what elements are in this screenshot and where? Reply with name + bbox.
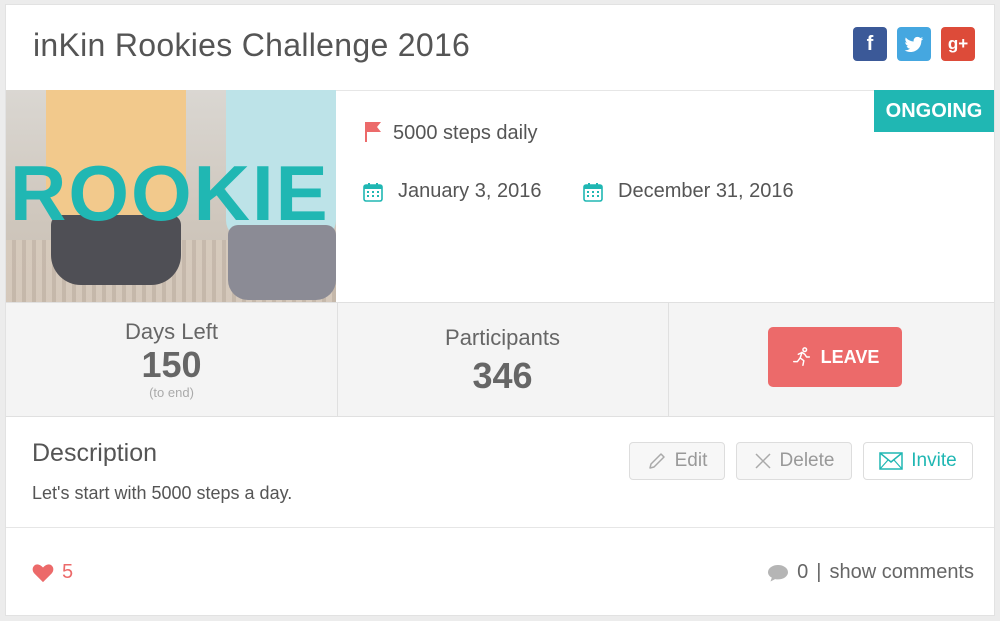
- goal-text: 5000 steps daily: [393, 122, 538, 144]
- card-footer: 5 0 | show comments: [6, 527, 994, 618]
- delete-button[interactable]: Delete: [736, 442, 852, 480]
- description-text: Let's start with 5000 steps a day.: [32, 483, 293, 503]
- show-comments-link[interactable]: show comments: [830, 561, 975, 584]
- challenge-hero-image: ROOKIE: [6, 90, 336, 302]
- runner-icon: [792, 347, 810, 366]
- days-left-stat: Days Left 150 (to end): [6, 303, 338, 416]
- challenge-card: inKin Rookies Challenge 2016 f g+ ROOKIE…: [5, 4, 995, 616]
- participants-value: 346: [472, 355, 533, 396]
- days-left-value: 150: [141, 344, 202, 385]
- google-plus-share-button[interactable]: g+: [941, 27, 975, 61]
- edit-button[interactable]: Edit: [629, 442, 725, 480]
- leave-button[interactable]: LEAVE: [768, 327, 902, 387]
- days-left-sub: (to end): [149, 385, 194, 400]
- stats-bar: Days Left 150 (to end) Participants 346 …: [6, 302, 994, 417]
- like-button[interactable]: 5: [32, 561, 73, 584]
- comments-count: 0: [797, 561, 809, 583]
- participants-stat: Participants 346: [337, 303, 669, 416]
- pencil-icon: [648, 453, 665, 469]
- twitter-icon: [904, 36, 924, 52]
- close-icon: [755, 453, 771, 469]
- calendar-icon: [583, 183, 603, 202]
- twitter-share-button[interactable]: [897, 27, 931, 61]
- comments-area: 0 | show comments: [767, 561, 974, 584]
- calendar-icon: [363, 183, 383, 202]
- facebook-share-button[interactable]: f: [853, 27, 887, 61]
- delete-label: Delete: [779, 450, 835, 471]
- invite-button[interactable]: Invite: [863, 442, 973, 480]
- invite-label: Invite: [911, 450, 957, 471]
- challenge-title: inKin Rookies Challenge 2016: [33, 27, 471, 63]
- card-header: inKin Rookies Challenge 2016 f g+: [6, 5, 994, 91]
- envelope-icon: [879, 452, 904, 470]
- days-left-label: Days Left: [125, 319, 218, 344]
- comment-bubble-icon: [768, 564, 789, 581]
- comments-separator: |: [816, 561, 822, 583]
- flag-icon: [365, 122, 381, 142]
- leave-label: LEAVE: [820, 346, 880, 367]
- heart-icon: [32, 563, 54, 582]
- hero-rookie-text: ROOKIE: [10, 149, 330, 237]
- participants-label: Participants: [445, 325, 560, 350]
- likes-count: 5: [62, 561, 74, 583]
- description-title: Description: [32, 439, 158, 467]
- end-date: December 31, 2016: [618, 180, 794, 202]
- status-badge: ONGOING: [874, 90, 994, 132]
- start-date: January 3, 2016: [398, 180, 542, 202]
- edit-label: Edit: [674, 450, 708, 471]
